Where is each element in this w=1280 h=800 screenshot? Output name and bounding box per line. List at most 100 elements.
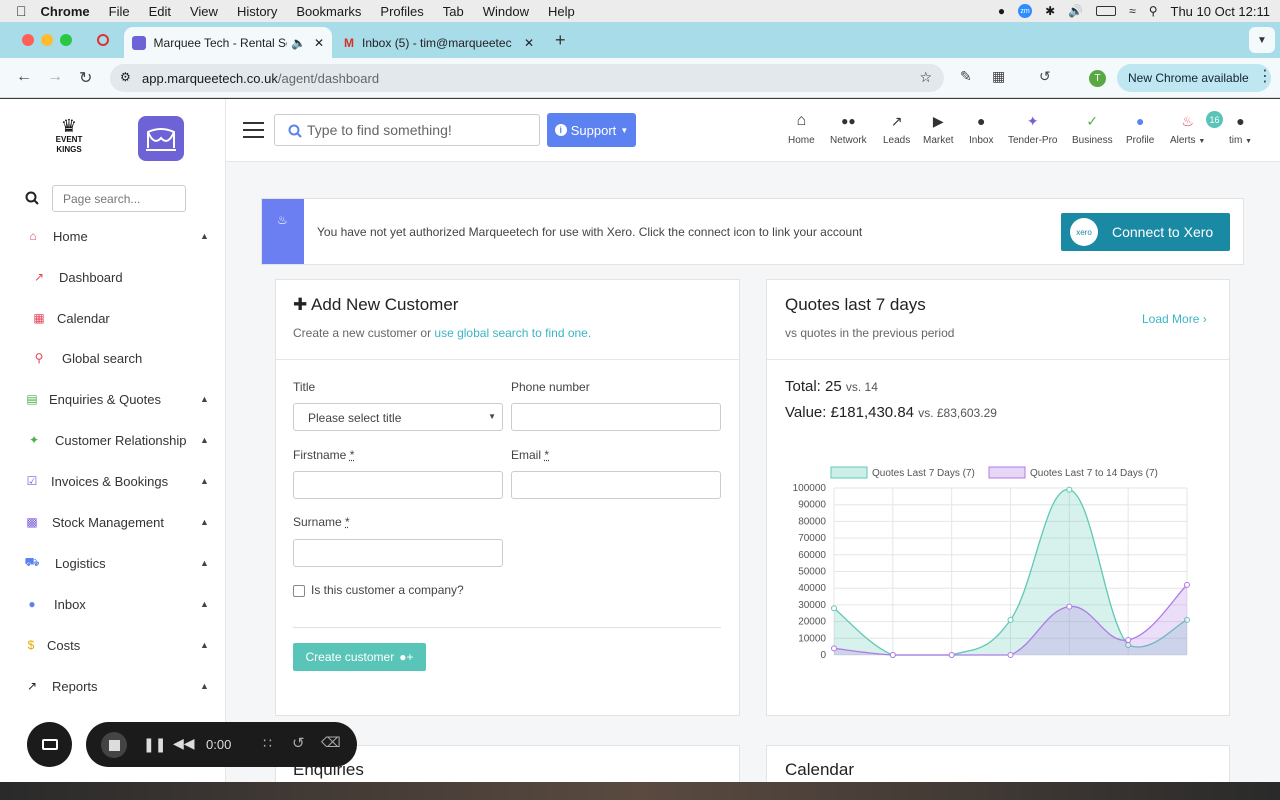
sidebar-item-reports[interactable]: ↗ Reports ▲ <box>0 671 226 701</box>
load-more-link[interactable]: Load More › <box>1142 312 1207 326</box>
menu-profiles[interactable]: Profiles <box>380 4 423 19</box>
menu-window[interactable]: Window <box>483 4 529 19</box>
support-label: Support <box>570 122 617 138</box>
menu-bookmarks[interactable]: Bookmarks <box>296 4 361 19</box>
profile-avatar[interactable]: T <box>1089 70 1106 87</box>
sidebar-item-global-search[interactable]: ⚲ Global search <box>0 343 226 373</box>
nav-profile[interactable]: ● Profile <box>1126 113 1154 146</box>
company-checkbox[interactable] <box>293 585 305 597</box>
xero-alert: ♨ You have not yet authorized Marqueetec… <box>261 198 1244 265</box>
menu-app[interactable]: Chrome <box>41 4 90 19</box>
rewind-icon[interactable]: ◀◀ <box>173 735 195 752</box>
spotlight-icon[interactable]: ⚲ <box>1149 4 1158 18</box>
tab-search-icon[interactable]: ▼ <box>1249 27 1275 53</box>
more-menu-icon[interactable]: ⋮ <box>1257 66 1273 86</box>
marqueetech-logo[interactable] <box>138 116 184 161</box>
wifi-icon[interactable]: ≈ <box>1129 4 1136 18</box>
pen-icon[interactable]: ✎ <box>960 68 972 85</box>
sidebar-item-dashboard[interactable]: ↗ Dashboard <box>0 262 226 292</box>
global-search-input[interactable]: Type to find something! <box>274 114 540 146</box>
sidebar-item-logistics[interactable]: ⛟ Logistics ▲ <box>0 548 226 578</box>
recording-icon <box>97 34 109 46</box>
page-search-input[interactable]: Page search... <box>52 185 186 212</box>
global-search-link[interactable]: use global search to find one. <box>434 326 591 340</box>
reload-icon[interactable]: ↻ <box>79 68 92 88</box>
chevron-up-icon: ▲ <box>200 558 209 568</box>
grid-icon[interactable]: ∷ <box>263 735 272 752</box>
menu-tab[interactable]: Tab <box>443 4 464 19</box>
sidebar-item-customer-relationship[interactable]: ✦ Customer Relationship ▲ <box>0 425 226 455</box>
y-tick-label: 40000 <box>798 583 826 594</box>
restart-icon[interactable]: ↺ <box>292 734 305 752</box>
nav-inbox[interactable]: ● Inbox <box>969 113 993 146</box>
battery-icon[interactable] <box>1096 6 1117 16</box>
menu-file[interactable]: File <box>109 4 130 19</box>
support-button[interactable]: i Support ▼ <box>547 113 636 147</box>
nav-network[interactable]: ●● Network <box>830 113 867 146</box>
audio-icon[interactable]: 🔈 <box>291 36 306 50</box>
sidebar-item-home[interactable]: ⌂ Home ▲ <box>0 221 226 251</box>
connect-xero-button[interactable]: xero Connect to Xero <box>1061 213 1230 251</box>
menu-history[interactable]: History <box>237 4 277 19</box>
new-tab-icon[interactable]: + <box>555 30 566 51</box>
maximize-window-button[interactable] <box>60 34 72 46</box>
firstname-input[interactable] <box>293 471 503 499</box>
nav-alerts[interactable]: ♨ Alerts ▼ <box>1170 113 1205 147</box>
menu-edit[interactable]: Edit <box>149 4 171 19</box>
history-icon[interactable]: ↺ <box>1039 68 1051 85</box>
title-select[interactable]: Please select title ▼ <box>293 403 503 431</box>
sidebar-item-invoices[interactable]: ☑ Invoices & Bookings ▲ <box>0 466 226 496</box>
clock[interactable]: Thu 10 Oct 12:11 <box>1171 4 1271 19</box>
minimize-window-button[interactable] <box>41 34 53 46</box>
sidebar-item-costs[interactable]: $ Costs ▲ <box>0 630 226 660</box>
sidebar-item-inbox[interactable]: ● Inbox ▲ <box>0 589 226 619</box>
trash-icon[interactable]: ⌫ <box>321 734 341 751</box>
apple-icon[interactable]:  <box>16 3 27 19</box>
extensions-icon[interactable]: ▦ <box>992 68 1005 85</box>
create-customer-button[interactable]: Create customer ●+ <box>293 643 426 671</box>
new-chrome-button[interactable]: New Chrome available <box>1117 64 1271 92</box>
tab-gmail[interactable]: M Inbox (5) - tim@marqueetech ✕ <box>336 27 544 58</box>
nav-tender-pro[interactable]: ✦ Tender-Pro <box>1008 112 1057 147</box>
sidebar-item-stock[interactable]: ▩ Stock Management ▲ <box>0 507 226 537</box>
menu-help[interactable]: Help <box>548 4 575 19</box>
zoom-icon[interactable]: zm <box>1018 4 1033 18</box>
menu-view[interactable]: View <box>190 4 218 19</box>
company-checkbox-label[interactable]: Is this customer a company? <box>311 583 464 597</box>
email-input[interactable] <box>511 471 721 499</box>
close-tab-icon[interactable]: ✕ <box>524 36 534 50</box>
surname-input[interactable] <box>293 539 503 567</box>
back-icon[interactable]: ← <box>16 68 32 86</box>
sidebar-item-label: Reports <box>52 678 98 694</box>
alert-bell-panel: ♨ <box>262 199 304 264</box>
site-info-icon[interactable]: ⚙ <box>120 70 131 84</box>
gmail-icon: M <box>344 35 354 50</box>
sidebar-item-label: Logistics <box>55 555 106 571</box>
volume-icon[interactable]: 🔊 <box>1068 4 1083 18</box>
chevron-right-icon: › <box>1202 312 1207 326</box>
nav-user[interactable]: ● tim ▼ <box>1229 113 1252 146</box>
data-point <box>1066 603 1073 610</box>
bluetooth-icon[interactable]: ✱ <box>1045 4 1055 18</box>
y-tick-label: 10000 <box>798 633 826 644</box>
forward-icon[interactable]: → <box>47 68 63 86</box>
close-tab-icon[interactable]: ✕ <box>314 36 324 50</box>
pause-icon[interactable]: ❚❚ <box>143 736 166 753</box>
nav-home[interactable]: ⌂ Home <box>788 112 815 146</box>
mic-icon[interactable]: ● <box>998 4 1005 18</box>
phone-input[interactable] <box>511 403 721 431</box>
stop-button[interactable] <box>101 732 127 758</box>
event-kings-logo[interactable]: ♛ EVENT KINGS <box>52 117 86 155</box>
nav-market[interactable]: ▶ Market <box>923 113 954 147</box>
close-window-button[interactable] <box>22 34 34 46</box>
tab-marqueetech[interactable]: Marquee Tech - Rental So 🔈 ✕ <box>124 27 332 58</box>
nav-leads[interactable]: ↗ Leads <box>883 113 910 147</box>
nav-business[interactable]: ✓ Business <box>1072 113 1113 147</box>
handshake-icon: ✦ <box>1026 112 1039 129</box>
address-bar[interactable]: ⚙ app.marqueetech.co.uk/agent/dashboard … <box>110 64 944 92</box>
bookmark-star-icon[interactable]: ☆ <box>919 69 932 86</box>
sidebar-item-calendar[interactable]: ▦ Calendar <box>0 303 226 333</box>
recorder-camera-button[interactable] <box>27 722 72 767</box>
sidebar-item-enquiries[interactable]: ▤ Enquiries & Quotes ▲ <box>0 384 226 414</box>
hamburger-menu-icon[interactable] <box>243 122 264 138</box>
